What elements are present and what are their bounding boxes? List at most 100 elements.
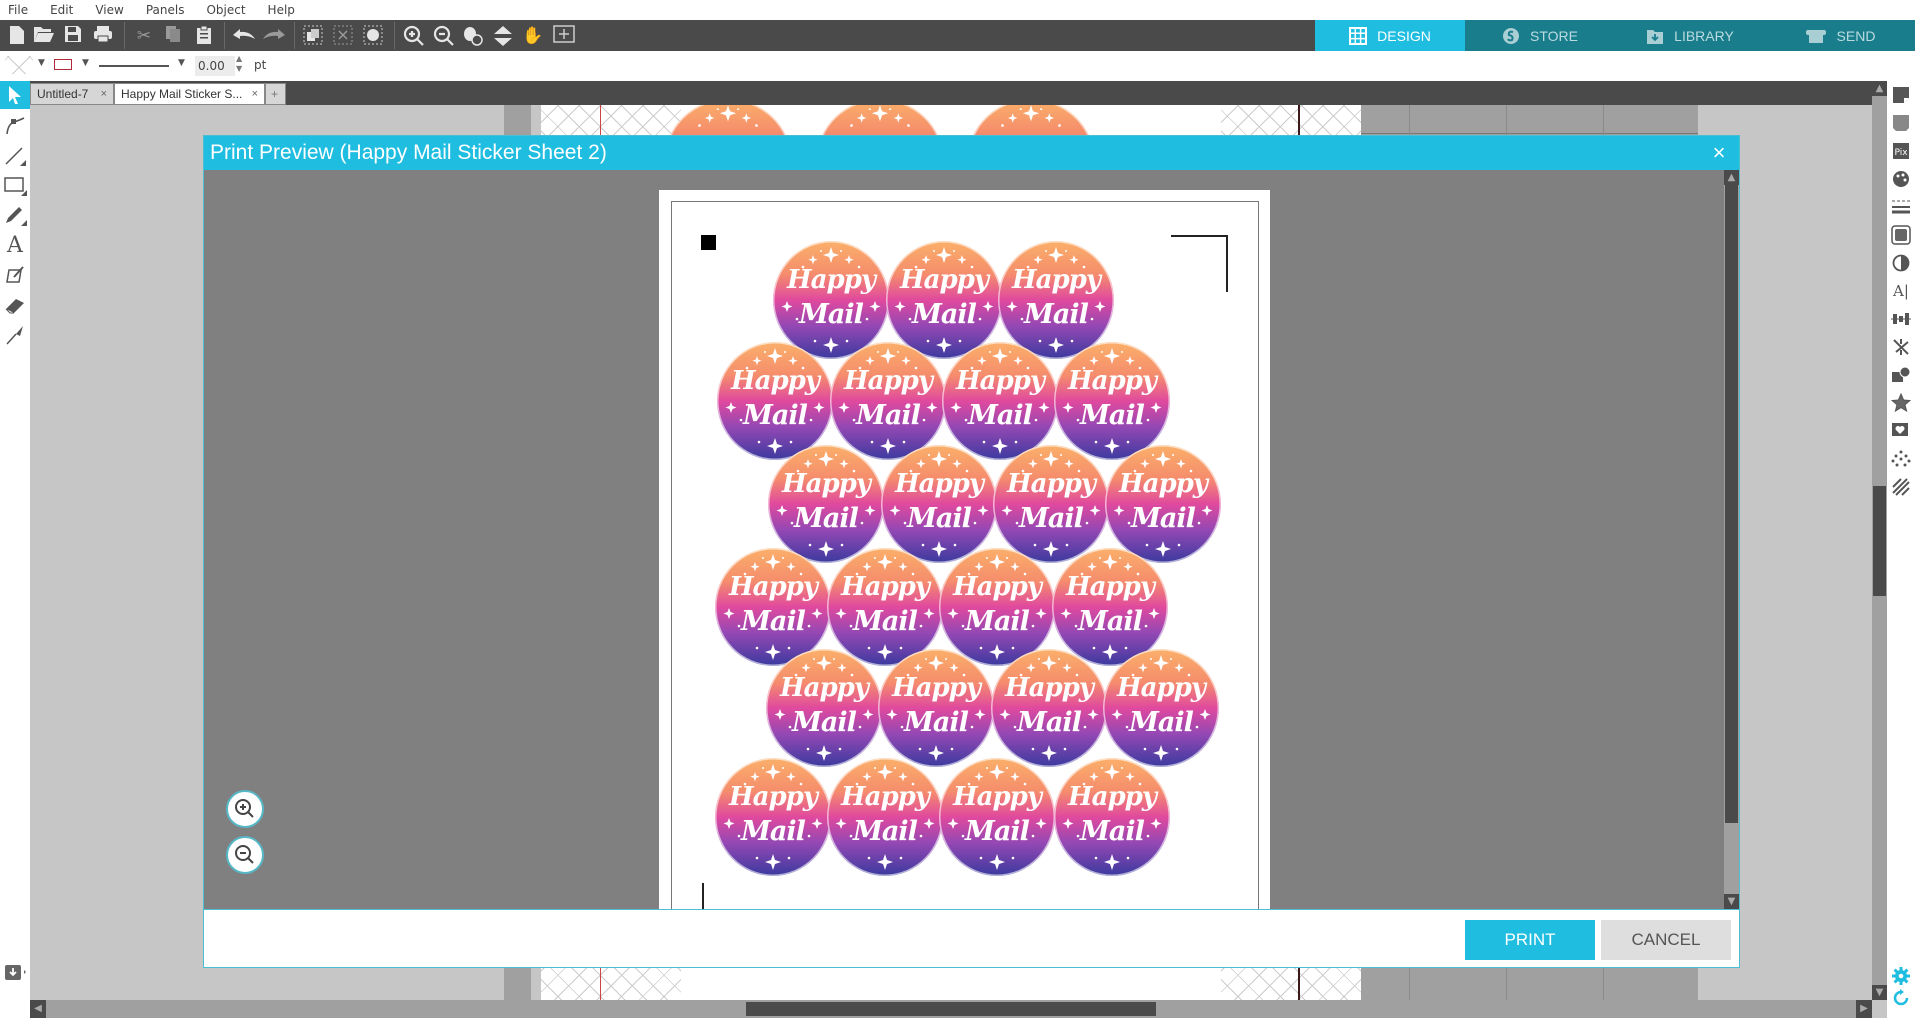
fill-swatch[interactable] (5, 56, 33, 74)
left-tool-panel: A (0, 81, 30, 1018)
scroll-right-arrow-icon[interactable]: ▶ (1856, 1000, 1872, 1018)
tab-design[interactable]: DESIGN (1315, 20, 1465, 51)
scroll-left-arrow-icon[interactable]: ◀ (30, 1000, 46, 1018)
menu-panels[interactable]: Panels (146, 3, 185, 17)
sticker-text-line1: Happy (782, 469, 871, 499)
preview-area[interactable]: Happy Mail Happy Mail Happy Mail Happy Mail Happ… (204, 170, 1739, 909)
dialog-close-icon[interactable]: × (1707, 141, 1731, 165)
vertical-scrollbar[interactable]: ▲ ▼ (1872, 81, 1887, 1000)
horizontal-scroll-thumb[interactable] (746, 1002, 1156, 1016)
move-down-icon[interactable] (492, 25, 514, 47)
zoom-select-icon[interactable] (462, 25, 484, 47)
sketch-effects-icon[interactable] (1890, 448, 1912, 470)
drawing-tool[interactable] (0, 201, 30, 229)
select-tool[interactable] (0, 81, 30, 109)
replicate-icon[interactable] (1890, 336, 1912, 358)
eraser-tool[interactable] (0, 291, 30, 319)
new-file-icon[interactable] (6, 25, 28, 47)
scroll-up-arrow-icon[interactable]: ▲ (1724, 170, 1739, 185)
sketch-tool[interactable] (0, 261, 30, 289)
line-width-stepper[interactable]: ▲ ▼ (236, 54, 242, 74)
close-tab-icon[interactable]: × (252, 88, 258, 100)
sticker-text-line2: Mail (856, 400, 921, 431)
knife-tool[interactable] (0, 321, 30, 349)
rectangle-tool[interactable] (0, 171, 30, 199)
hatch-fill-icon[interactable] (1890, 476, 1912, 498)
preview-zoom-out-button[interactable] (226, 836, 264, 874)
line-color-swatch[interactable] (54, 59, 72, 70)
print-button[interactable]: PRINT (1465, 920, 1595, 960)
zoom-out-icon[interactable] (433, 25, 455, 47)
modify-icon[interactable] (1890, 364, 1912, 386)
line-style-preview[interactable] (99, 65, 169, 67)
doc-tab-untitled-7[interactable]: Untitled-7 × (30, 83, 114, 105)
zoom-in-icon[interactable] (403, 25, 425, 47)
dialog-title-bar[interactable]: Print Preview (Happy Mail Sticker Sheet … (204, 136, 1739, 170)
menu-edit[interactable]: Edit (50, 3, 73, 17)
open-folder-icon[interactable] (33, 25, 55, 47)
fill-select-icon[interactable] (362, 25, 384, 47)
offset-star-icon[interactable] (1890, 392, 1912, 414)
text-style-icon[interactable]: A| (1890, 280, 1912, 302)
send-panel-icon[interactable] (1890, 112, 1912, 134)
preview-scroll-thumb[interactable] (1725, 185, 1738, 823)
save-icon[interactable] (62, 25, 84, 47)
scroll-up-arrow-icon[interactable]: ▲ (1872, 81, 1887, 96)
line-width-input[interactable]: 0.00 (195, 56, 235, 76)
group-icon[interactable] (302, 25, 324, 47)
trace-icon[interactable] (1890, 420, 1912, 442)
sticker-text-line2: Mail (912, 299, 977, 330)
pixscan-icon[interactable]: Pix (1890, 140, 1912, 162)
cancel-button[interactable]: CANCEL (1601, 920, 1731, 960)
tab-library[interactable]: LIBRARY (1615, 20, 1765, 51)
sticker-text-line1: Happy (956, 366, 1045, 396)
doc-tab-happy-mail[interactable]: Happy Mail Sticker S... × (114, 83, 265, 105)
zoom-out-icon (235, 845, 254, 864)
preview-zoom-in-button[interactable] (226, 790, 264, 828)
redo-icon[interactable] (262, 25, 285, 47)
print-icon[interactable] (92, 25, 114, 47)
registration-mark-corner (702, 883, 704, 909)
vertical-scroll-thumb[interactable] (1873, 486, 1886, 596)
edit-points-tool[interactable] (0, 111, 30, 139)
scroll-down-arrow-icon[interactable]: ▼ (1724, 894, 1739, 909)
fit-page-icon[interactable] (553, 25, 575, 47)
fill-dropdown-arrow-icon[interactable]: ▼ (38, 58, 45, 68)
fill-palette-icon[interactable] (1890, 168, 1912, 190)
sticker-happy-mail: Happy Mail (881, 445, 997, 563)
copy-icon[interactable] (162, 25, 184, 47)
align-icon[interactable] (1890, 308, 1912, 330)
close-tab-icon[interactable]: × (101, 88, 107, 100)
dialog-footer: PRINT CANCEL (204, 909, 1739, 967)
sync-icon[interactable] (1890, 987, 1912, 1009)
horizontal-scrollbar[interactable]: ◀ ▶ (30, 1000, 1872, 1018)
line-style-icon[interactable] (1890, 196, 1912, 218)
undo-icon[interactable] (232, 25, 255, 47)
eraser-icon (5, 299, 24, 314)
tab-store[interactable]: STORE (1465, 20, 1615, 51)
line-style-dropdown-arrow-icon[interactable]: ▼ (178, 58, 185, 68)
ungroup-icon[interactable] (332, 25, 354, 47)
sticker-text-line2: Mail (965, 816, 1030, 847)
sticker-text-line1: Happy (1012, 265, 1101, 295)
menu-object[interactable]: Object (206, 3, 245, 17)
paste-icon[interactable] (193, 25, 215, 47)
menu-file[interactable]: File (8, 3, 28, 17)
menu-view[interactable]: View (95, 3, 123, 17)
sticker-text-line2: Mail (1131, 503, 1196, 534)
tab-send[interactable]: SEND (1765, 20, 1915, 51)
scroll-down-arrow-icon[interactable]: ▼ (1872, 985, 1887, 1000)
preview-vertical-scrollbar[interactable]: ▲ ▼ (1724, 170, 1739, 909)
pan-hand-icon[interactable]: ✋ (522, 25, 544, 47)
text-tool[interactable]: A (0, 231, 30, 259)
line-color-dropdown-arrow-icon[interactable]: ▼ (82, 58, 89, 68)
page-setup-icon[interactable] (1890, 84, 1912, 106)
add-tab-button[interactable]: + (265, 83, 286, 105)
transparency-icon[interactable] (1890, 252, 1912, 274)
library-drawer-button[interactable] (0, 957, 30, 987)
settings-gear-icon[interactable] (1890, 965, 1912, 987)
image-effects-icon[interactable] (1890, 224, 1912, 246)
cut-icon[interactable]: ✂ (133, 25, 155, 47)
menu-help[interactable]: Help (268, 3, 295, 17)
line-tool[interactable] (0, 141, 30, 169)
